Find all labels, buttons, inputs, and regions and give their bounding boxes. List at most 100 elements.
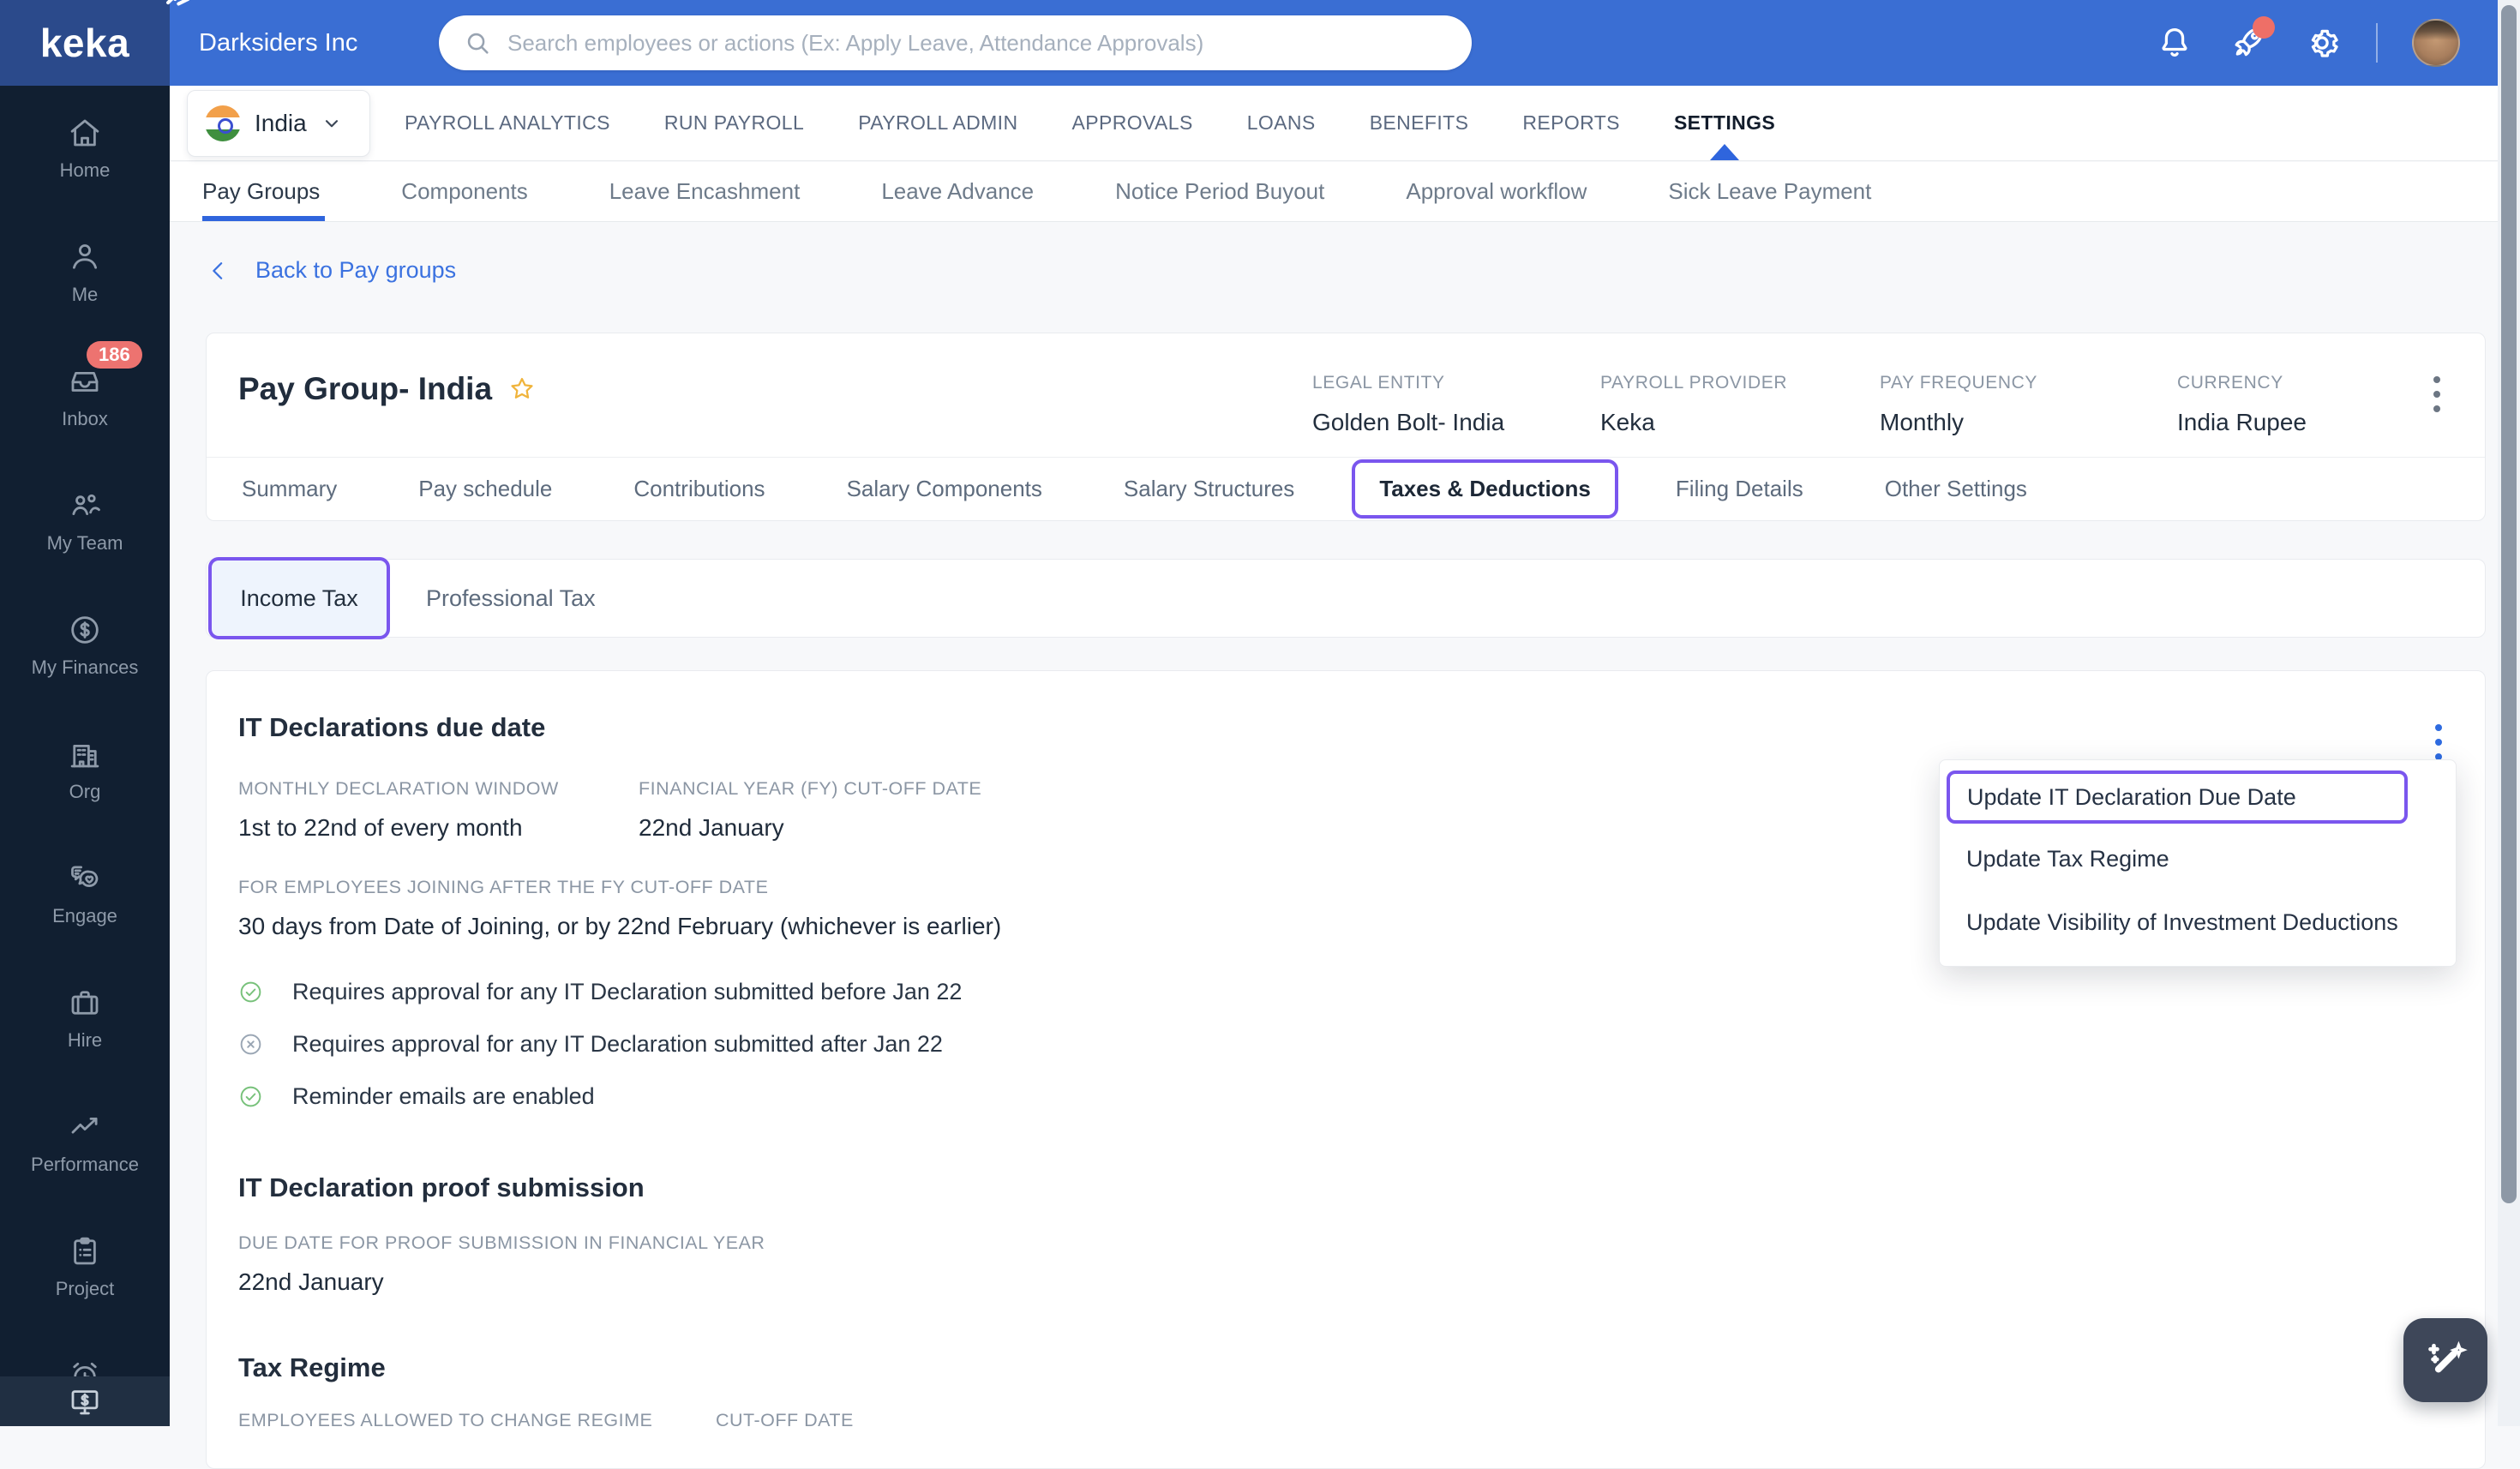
sidebar-item-me[interactable]: Me <box>0 210 170 334</box>
nav-tab-settings[interactable]: SETTINGS <box>1674 111 1775 160</box>
tab-salary-components[interactable]: Salary Components <box>847 476 1042 502</box>
field-label: FOR EMPLOYEES JOINING AFTER THE FY CUT-O… <box>238 877 769 897</box>
sidebar-item-home[interactable]: Home <box>0 86 170 210</box>
it-declarations-kebab-menu-icon[interactable] <box>2430 719 2447 765</box>
whats-new-rocket-icon[interactable] <box>2229 16 2275 63</box>
field-label: EMPLOYEES ALLOWED TO CHANGE REGIME <box>238 1410 653 1430</box>
nav-tab-payroll-admin[interactable]: PAYROLL ADMIN <box>858 111 1017 135</box>
magic-wand-icon <box>2428 1340 2468 1373</box>
sidebar-item-my-team[interactable]: My Team <box>0 459 170 583</box>
nav-tabs: PAYROLL ANALYTICS RUN PAYROLL PAYROLL AD… <box>405 111 1775 160</box>
sidebar-item-label: Org <box>69 780 101 802</box>
list-item: Requires approval for any IT Declaration… <box>238 1018 962 1070</box>
field-regime-cutoff-date: CUT-OFF DATE <box>716 1410 854 1431</box>
pay-group-kebab-menu-icon[interactable] <box>2428 371 2445 417</box>
subnav-leave-advance[interactable]: Leave Advance <box>881 162 1034 221</box>
field-employees-allowed-change-regime: EMPLOYEES ALLOWED TO CHANGE REGIME <box>238 1410 652 1431</box>
tab-contributions[interactable]: Contributions <box>633 476 765 502</box>
sidebar-item-label: My Finances <box>31 656 139 678</box>
nav-tab-loans[interactable]: LOANS <box>1247 111 1316 135</box>
tab-pay-schedule[interactable]: Pay schedule <box>418 476 552 502</box>
top-bar: keka Darksiders Inc <box>0 0 2520 86</box>
global-search[interactable] <box>439 15 1472 70</box>
tab-salary-structures[interactable]: Salary Structures <box>1124 476 1294 502</box>
subnav-notice-period-buyout[interactable]: Notice Period Buyout <box>1115 162 1324 221</box>
dollar-circle-icon <box>71 615 99 644</box>
nav-tab-reports[interactable]: REPORTS <box>1522 111 1620 135</box>
sidebar-item-project[interactable]: Project <box>0 1204 170 1328</box>
keka-logo-text: keka <box>39 21 130 65</box>
notifications-bell-icon[interactable] <box>2155 23 2194 63</box>
meta-value: Golden Bolt- India <box>1312 409 1505 435</box>
top-icons <box>2155 0 2460 86</box>
tax-regime-title: Tax Regime <box>238 1352 386 1382</box>
meta-label: PAY FREQUENCY <box>1880 373 2038 393</box>
tab-other-settings[interactable]: Other Settings <box>1885 476 2027 502</box>
tab-filing-details[interactable]: Filing Details <box>1676 476 1803 502</box>
assistant-fab[interactable] <box>2403 1318 2487 1402</box>
sidebar-item-inbox[interactable]: 186 Inbox <box>0 334 170 459</box>
menu-item-update-visibility-investment-deductions[interactable]: Update Visibility of Investment Deductio… <box>1940 897 2456 947</box>
subnav-approval-workflow[interactable]: Approval workflow <box>1406 162 1587 221</box>
sidebar-item-my-finances[interactable]: My Finances <box>0 583 170 707</box>
back-to-pay-groups-link[interactable]: Back to Pay groups <box>255 257 456 284</box>
briefcase-icon <box>71 990 99 1015</box>
settings-gear-icon[interactable] <box>2302 23 2342 63</box>
country-selector[interactable]: India <box>187 89 370 157</box>
declaration-rules-list: Requires approval for any IT Declaration… <box>238 966 962 1123</box>
tab-summary[interactable]: Summary <box>242 476 337 502</box>
payroll-monitor-icon <box>71 1390 99 1415</box>
meta-payroll-provider: PAYROLL PROVIDER Keka <box>1600 373 1787 436</box>
list-item: Requires approval for any IT Declaration… <box>238 966 962 1018</box>
chevron-down-icon <box>325 119 338 127</box>
field-label: DUE DATE FOR PROOF SUBMISSION IN FINANCI… <box>238 1232 765 1253</box>
sidebar-item-engage[interactable]: Engage <box>0 831 170 956</box>
field-value: 22nd January <box>639 814 784 841</box>
it-declarations-dropdown-menu: Update IT Declaration Due Date Update Ta… <box>1939 759 2457 967</box>
person-icon <box>73 243 97 269</box>
inbox-badge: 186 <box>87 341 142 369</box>
favorite-star-icon[interactable] <box>507 375 537 404</box>
field-joining-after-cutoff: FOR EMPLOYEES JOINING AFTER THE FY CUT-O… <box>238 877 1001 940</box>
list-item: Reminder emails are enabled <box>238 1070 962 1123</box>
search-input[interactable] <box>507 29 1448 57</box>
x-circle-icon <box>240 1034 261 1055</box>
tab-taxes-deductions[interactable]: Taxes & Deductions <box>1352 459 1618 519</box>
subnav-leave-encashment[interactable]: Leave Encashment <box>609 162 801 221</box>
check-circle-icon <box>240 981 261 1003</box>
menu-item-update-tax-regime[interactable]: Update Tax Regime <box>1940 834 2456 884</box>
rocket-notification-dot <box>2253 16 2275 39</box>
sidebar-item-label: Project <box>55 1277 115 1299</box>
page-scrollbar-thumb[interactable] <box>2501 5 2517 1203</box>
nav-tab-benefits[interactable]: BENEFITS <box>1370 111 1469 135</box>
page-scrollbar-track[interactable] <box>2498 0 2520 1426</box>
subnav-components[interactable]: Components <box>401 162 527 221</box>
sidebar-item-payroll-active[interactable] <box>0 1376 170 1426</box>
search-icon <box>467 33 489 54</box>
home-icon <box>70 119 99 146</box>
proof-submission-title: IT Declaration proof submission <box>238 1172 645 1202</box>
subnav-sick-leave-payment[interactable]: Sick Leave Payment <box>1668 162 1871 221</box>
sidebar-item-label: My Team <box>46 531 123 554</box>
tab-income-tax[interactable]: Income Tax <box>208 557 390 639</box>
field-label: CUT-OFF DATE <box>716 1410 854 1430</box>
keka-logo[interactable]: keka <box>0 0 190 86</box>
chevron-left-icon[interactable] <box>206 258 231 284</box>
nav-tab-run-payroll[interactable]: RUN PAYROLL <box>664 111 804 135</box>
field-label: FINANCIAL YEAR (FY) CUT-OFF DATE <box>639 778 982 799</box>
nav-tab-approvals[interactable]: APPROVALS <box>1071 111 1192 135</box>
menu-item-update-it-declaration-due-date[interactable]: Update IT Declaration Due Date <box>1947 770 2408 824</box>
sidebar-item-label: Home <box>59 159 111 181</box>
sidebar-item-org[interactable]: Org <box>0 707 170 831</box>
it-declarations-title: IT Declarations due date <box>238 712 546 742</box>
nav-tab-payroll-analytics[interactable]: PAYROLL ANALYTICS <box>405 111 610 135</box>
meta-label: LEGAL ENTITY <box>1312 373 1445 393</box>
sidebar-item-label: Performance <box>31 1153 139 1175</box>
meta-value: Keka <box>1600 409 1655 435</box>
sidebar-item-performance[interactable]: Performance <box>0 1080 170 1204</box>
meta-value: India Rupee <box>2177 409 2307 435</box>
subnav-pay-groups[interactable]: Pay Groups <box>202 162 326 221</box>
user-avatar[interactable] <box>2412 19 2460 67</box>
sidebar-item-hire[interactable]: Hire <box>0 956 170 1080</box>
tab-professional-tax[interactable]: Professional Tax <box>426 585 596 612</box>
